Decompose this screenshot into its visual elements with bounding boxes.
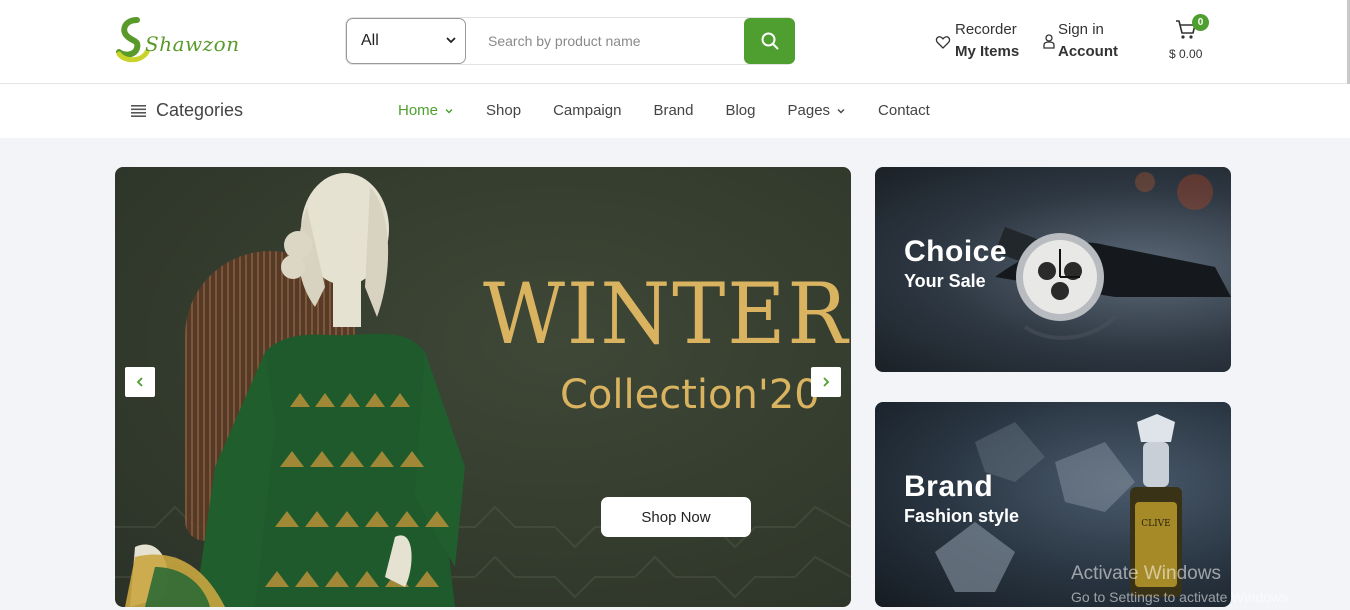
user-icon	[1043, 34, 1055, 49]
account-link[interactable]: Sign in Account	[1041, 19, 1118, 63]
nav-item-home[interactable]: Home	[398, 102, 454, 119]
chevron-right-icon	[823, 377, 830, 387]
slider-next-button[interactable]	[811, 367, 841, 397]
chevron-down-icon	[837, 108, 845, 113]
main-nav: Categories Home Shop Campaign Brand Blog…	[0, 84, 1350, 138]
hero-subtitle: Collection'20	[560, 372, 820, 418]
categories-label: Categories	[156, 100, 244, 120]
site-logo[interactable]: Shawzon	[115, 16, 239, 64]
logo-text: Shawzon	[145, 32, 240, 56]
cart-button[interactable]: 0 $ 0.00	[1168, 14, 1228, 64]
banner-title: Choice	[904, 235, 1008, 268]
banner-subtitle: Fashion style	[904, 506, 1020, 526]
category-select[interactable]: All	[346, 18, 466, 64]
site-header: Shawzon All Recorder My Items Sign in Ac…	[0, 0, 1350, 84]
search-input[interactable]	[474, 18, 744, 64]
chevron-down-icon	[445, 108, 453, 113]
cart-count-badge: 0	[1192, 14, 1209, 31]
hero-slider: WINTER Collection'20 Shop Now	[115, 167, 851, 607]
search-icon	[761, 32, 778, 50]
chevron-down-icon	[446, 37, 456, 44]
categories-button[interactable]: Categories	[131, 100, 243, 121]
nav-item-label: Campaign	[553, 102, 622, 119]
cart-total: $ 0.00	[1169, 47, 1203, 61]
menu-icon	[131, 104, 146, 117]
nav-item-blog[interactable]: Blog	[725, 102, 755, 119]
nav-item-label: Contact	[878, 102, 930, 119]
nav-item-label: Pages	[787, 102, 831, 119]
nav-item-brand[interactable]: Brand	[653, 102, 693, 119]
search-bar: All	[345, 17, 795, 65]
heart-icon	[935, 36, 951, 49]
recorder-label: Recorder	[955, 21, 1017, 38]
search-button[interactable]	[744, 18, 795, 64]
slider-prev-button[interactable]	[125, 367, 155, 397]
nav-menu: Home Shop Campaign Brand Blog Pages Cont…	[398, 102, 962, 119]
hero-title: WINTER	[483, 265, 850, 363]
account-label: Account	[1058, 43, 1118, 60]
promo-banner-choice[interactable]: Choice Your Sale	[875, 167, 1231, 372]
my-items-label: My Items	[955, 43, 1020, 60]
nav-item-label: Blog	[725, 102, 756, 119]
nav-item-shop[interactable]: Shop	[486, 102, 521, 119]
nav-item-contact[interactable]: Contact	[878, 102, 930, 119]
svg-text:CLIVE: CLIVE	[1141, 519, 1171, 529]
os-activation-watermark: Activate Windows	[1071, 563, 1221, 584]
nav-item-label: Shop	[486, 102, 522, 119]
watch-image	[995, 172, 1231, 340]
shop-now-button[interactable]: Shop Now	[601, 497, 751, 537]
sign-in-label: Sign in	[1058, 21, 1104, 38]
nav-item-label: Home	[398, 102, 439, 119]
my-items-link[interactable]: Recorder My Items	[935, 19, 1019, 63]
nav-item-pages[interactable]: Pages	[788, 102, 847, 119]
category-select-value: All	[361, 32, 379, 49]
banner-title: Brand	[904, 470, 994, 503]
os-activation-hint: Go to Settings to activate Windows.	[1071, 589, 1292, 605]
nav-item-campaign[interactable]: Campaign	[553, 102, 621, 119]
nav-item-label: Brand	[653, 102, 694, 119]
chevron-left-icon	[136, 377, 143, 387]
banner-subtitle: Your Sale	[904, 271, 986, 291]
